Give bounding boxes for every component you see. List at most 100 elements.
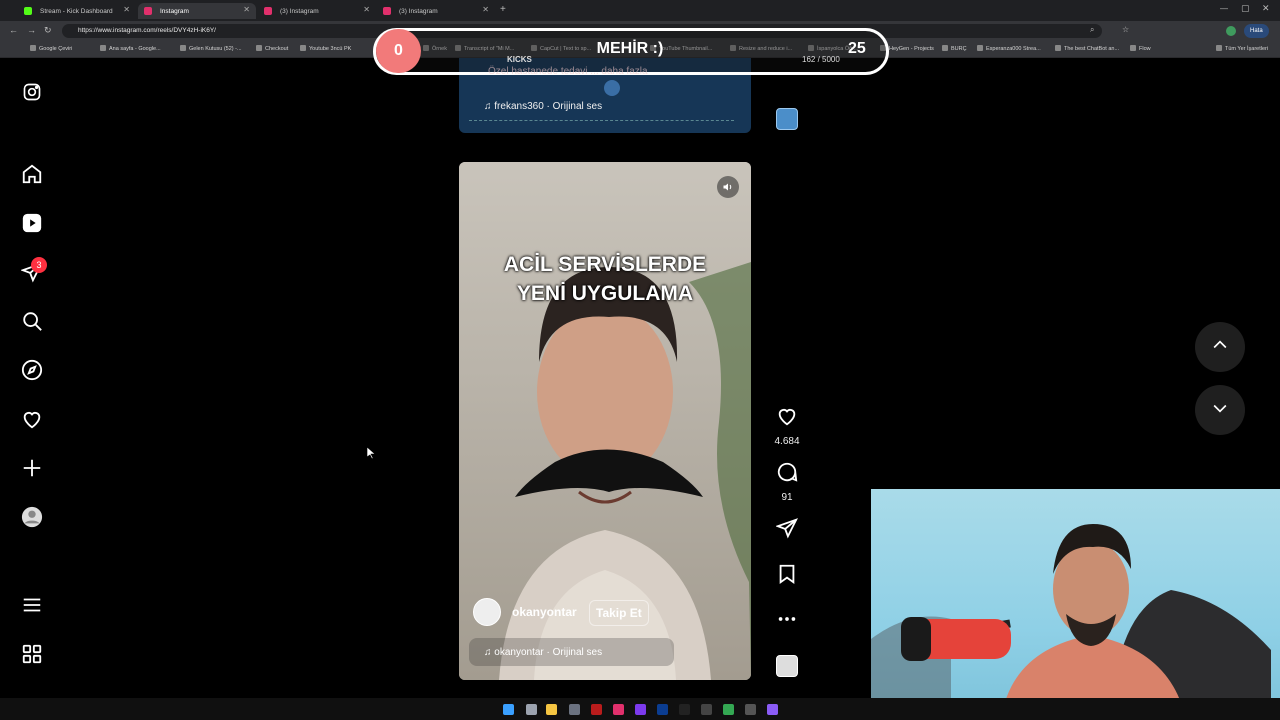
tab-kick-dashboard[interactable]: Stream - Kick Dashboard ✕	[18, 3, 136, 19]
instagram-favicon-icon	[383, 7, 391, 15]
url-text: https://www.instagram.com/reels/DVY4zH-i…	[78, 27, 216, 34]
overlay-ticker: Özel hastanede tedavi ... daha fazla	[488, 66, 648, 77]
comment-count: 91	[781, 492, 793, 503]
bookmark-item[interactable]: Checkout	[256, 45, 288, 52]
browser-tab-bar: Stream - Kick Dashboard ✕ Instagram ✕ (3…	[0, 0, 1280, 21]
opera-icon[interactable]	[591, 704, 602, 715]
also-from-meta-icon[interactable]	[20, 642, 44, 666]
bookmark-item[interactable]: Google Çeviri	[30, 45, 72, 52]
kicks-progress: 162 / 5000	[802, 55, 840, 64]
app-icon[interactable]	[767, 704, 778, 715]
new-tab-icon[interactable]: +	[500, 4, 506, 15]
instagram-favicon-icon	[264, 7, 272, 15]
bookmark-star-icon[interactable]: ☆	[1122, 25, 1129, 34]
bookmark-item[interactable]: Youtube 3ncü PK	[300, 45, 351, 52]
kicks-label: KICKS	[507, 55, 532, 64]
bookmark-item[interactable]: Esperanza000 Strea...	[977, 45, 1041, 52]
next-reel-button[interactable]	[1195, 385, 1245, 435]
author-avatar[interactable]	[473, 598, 501, 626]
close-tab-icon[interactable]: ✕	[363, 5, 370, 14]
task-view-icon[interactable]	[526, 704, 537, 715]
comment-icon[interactable]	[776, 461, 798, 488]
sound-toggle-icon[interactable]	[717, 176, 739, 198]
maximize-icon[interactable]: ▢	[1241, 3, 1250, 14]
caption-line-2: YENİ UYGULAMA	[516, 282, 694, 305]
zoom-icon[interactable]: ⌕	[1090, 25, 1094, 35]
previous-reel-button[interactable]	[1195, 322, 1245, 372]
share-icon[interactable]	[775, 517, 799, 539]
messenger-icon[interactable]	[635, 704, 646, 715]
audio-thumbnail[interactable]	[776, 655, 798, 677]
notification-badge: 3	[31, 257, 47, 273]
reels-icon[interactable]	[20, 211, 44, 235]
tab-title: Instagram	[160, 7, 189, 15]
tab-title: Stream - Kick Dashboard	[40, 7, 113, 15]
like-icon[interactable]	[776, 405, 798, 432]
forward-icon[interactable]: →	[27, 25, 36, 35]
follow-button[interactable]: Takip Et	[589, 600, 649, 626]
close-tab-icon[interactable]: ✕	[482, 5, 489, 14]
settings-icon[interactable]	[569, 704, 580, 715]
chevron-up-icon	[1210, 335, 1230, 360]
close-window-icon[interactable]: ✕	[1262, 3, 1270, 14]
music-note-icon: ♫	[484, 101, 492, 112]
tab-title: (3) Instagram	[280, 7, 319, 15]
search-icon[interactable]	[20, 309, 44, 333]
explore-icon[interactable]	[20, 358, 44, 382]
music-note-icon: ♫	[484, 647, 492, 658]
save-icon[interactable]	[775, 563, 799, 585]
chevron-down-icon	[1210, 398, 1230, 423]
obs-icon[interactable]	[745, 704, 756, 715]
create-icon[interactable]	[20, 456, 44, 480]
like-count: 4.684	[774, 436, 800, 447]
chrome-icon[interactable]	[723, 704, 734, 715]
reel-caption: ACİL SERVİSLERDE YENİ UYGULAMA	[459, 250, 751, 308]
instagram-app-icon[interactable]	[613, 704, 624, 715]
play-indicator-icon	[604, 80, 620, 96]
profile-button[interactable]: Hata	[1244, 24, 1269, 38]
minimize-icon[interactable]: —	[1220, 4, 1228, 13]
photoshop-icon[interactable]	[657, 704, 668, 715]
streamer-image	[871, 524, 1271, 720]
mouse-cursor-icon	[366, 446, 376, 464]
windows-start-icon[interactable]	[503, 704, 514, 715]
bookmark-item[interactable]: Tüm Yer İşaretleri	[1216, 45, 1268, 52]
bookmark-item[interactable]: Ana sayfa - Google...	[100, 45, 161, 52]
tab-instagram-3b[interactable]: (3) Instagram ✕	[377, 3, 495, 19]
file-explorer-icon[interactable]	[546, 704, 557, 715]
instagram-logo-icon[interactable]	[20, 80, 44, 104]
overlay-left-counter: 0	[376, 29, 421, 73]
bookmark-item[interactable]: BURÇ	[942, 45, 967, 52]
home-icon[interactable]	[20, 162, 44, 186]
notifications-icon[interactable]	[20, 407, 44, 431]
comment-action: 91	[775, 461, 799, 503]
instagram-favicon-icon	[144, 7, 152, 15]
back-icon[interactable]: ←	[9, 25, 18, 35]
profile-icon[interactable]	[20, 505, 44, 529]
tab-instagram-3a[interactable]: (3) Instagram ✕	[258, 3, 376, 19]
tab-instagram[interactable]: Instagram ✕	[138, 3, 256, 19]
audio-thumbnail[interactable]	[776, 108, 798, 130]
more-menu-icon[interactable]	[20, 593, 44, 617]
previous-reel-audio[interactable]: ♫ frekans360 · Orijinal ses	[484, 101, 602, 112]
capcut-icon[interactable]	[701, 704, 712, 715]
bookmark-item[interactable]: The best ChatBot an...	[1055, 45, 1119, 52]
tab-title: (3) Instagram	[399, 7, 438, 15]
bookmark-item[interactable]: Flow	[1130, 45, 1151, 52]
caption-line-1: ACİL SERVİSLERDE	[503, 253, 707, 276]
bookmark-item[interactable]: Gelen Kutusu (52) -...	[180, 45, 242, 52]
more-options-icon[interactable]	[775, 608, 799, 630]
overlay-right-counter: 25	[848, 40, 866, 57]
reload-icon[interactable]: ↻	[44, 25, 52, 36]
divider	[469, 120, 734, 121]
webcam-feed	[871, 489, 1280, 720]
overlay-title: MEHİR :)	[596, 40, 664, 57]
audio-label: okanyontar · Orijinal ses	[494, 647, 603, 658]
audio-label: frekans360 · Orijinal ses	[494, 101, 603, 112]
close-tab-icon[interactable]: ✕	[123, 5, 130, 14]
avatar[interactable]	[1226, 26, 1236, 36]
author-username[interactable]: okanyontar	[512, 605, 577, 619]
close-tab-icon[interactable]: ✕	[243, 5, 250, 14]
tiktok-icon[interactable]	[679, 704, 690, 715]
reel-audio[interactable]: ♫ okanyontar · Orijinal ses	[484, 647, 602, 658]
